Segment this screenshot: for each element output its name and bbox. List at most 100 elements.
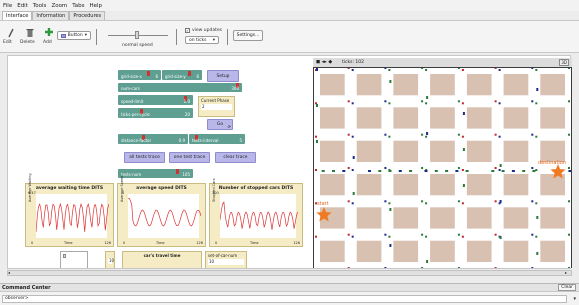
car [409,170,413,172]
command-input[interactable]: observer> [2,295,567,303]
scroll-left-icon[interactable]: ◂ [8,271,14,275]
traffic-light [384,133,387,136]
widget-type-dropdown[interactable]: Button ▾ [57,31,91,40]
clear-button[interactable]: Clear [558,284,576,291]
slider-value: 6 [155,74,158,79]
settings-button[interactable]: Settings... [233,30,263,41]
plot-xlabel: Time [250,241,259,245]
tests-num-slider[interactable]: tests-num 105 [118,169,193,178]
edit-icon[interactable] [7,28,15,38]
slider-name: grid-size-y [165,74,186,79]
tab-interface[interactable]: Interface [2,11,33,20]
traffic-light [384,200,387,203]
one-test-trace-button[interactable]: one test trace [169,152,210,163]
car [316,104,318,107]
traffic-light [568,167,570,169]
add-label[interactable]: Add [43,40,52,45]
car [388,170,392,172]
city-block [393,240,419,262]
traffic-light [315,169,317,171]
slider-knob[interactable] [147,71,150,76]
edit-label[interactable]: Edit [3,40,12,45]
speed-limit-slider[interactable]: speed-limit 1.0 [118,95,193,105]
city-block [430,207,455,229]
menu-zoom[interactable]: Zoom [51,3,67,9]
car [536,88,539,91]
traffic-light [347,133,350,136]
distance-factor-slider[interactable]: distance-factor 0.9 [118,134,188,144]
tab-procedures[interactable]: Procedures [69,11,106,20]
menu-file[interactable]: File [3,3,12,9]
traffic-light [421,133,424,136]
world-view[interactable]: start destination [314,68,571,268]
view-updates-checkbox[interactable]: ✓ [185,28,190,33]
traffic-light [351,135,354,138]
car [499,236,502,239]
city-block [466,107,492,129]
add-icon[interactable] [44,27,54,37]
slider-name: num-cars [121,86,140,91]
car [445,170,449,172]
world-nav-icons[interactable]: ◼ ◂▸ ◆ [316,59,332,65]
traffic-light [347,200,350,203]
city-block [466,240,492,262]
ticks-per-cycle-slider[interactable]: ticks-per-cycle 20 [118,108,193,118]
traffic-light [498,69,501,71]
car [398,170,402,172]
traffic-light [568,233,570,236]
scroll-right-icon[interactable]: ▸ [565,271,571,275]
menu-tools[interactable]: Tools [33,3,47,9]
plot-title: average speed DITS [136,186,187,191]
value-monitor: 10 [105,251,115,268]
delete-label[interactable]: Delete [20,40,35,45]
num-cars-slider[interactable]: num-cars 300 [118,83,242,92]
toolbar-divider [176,29,177,45]
scroll-icon[interactable] [63,254,66,258]
city-block [540,240,565,262]
clear-trace-button[interactable]: clear trace [215,152,256,163]
traffic-light [568,133,570,136]
go-button[interactable]: Go ⟳ [207,119,233,130]
traffic-light [494,267,497,268]
speed-slider-knob[interactable] [135,31,139,39]
command-prompt: observer> [5,296,29,301]
monitor-value: 10 [208,259,244,265]
car [426,96,429,99]
grid-size-y-slider[interactable]: grid-size-y 6 [162,70,202,80]
plot-average-waiting-time: average waiting time DITS Average Waitin… [25,173,114,247]
plot-xlabel: Time [64,241,73,245]
slider-knob[interactable] [176,169,179,174]
all-tests-trace-button[interactable]: all tests trace [124,152,165,163]
traffic-light [457,267,460,268]
monitor-label: car's travel time [143,253,181,258]
car [501,170,505,172]
city-block [540,74,565,96]
car [426,132,429,135]
traffic-light [461,69,464,71]
city-block [356,107,382,129]
setup-button[interactable]: Setup [207,70,239,82]
view-3d-button[interactable]: 3D [559,59,569,66]
delete-icon[interactable] [26,28,34,38]
traffic-light [421,267,424,268]
plot-ylabel: Average Waiting [28,173,32,202]
traffic-light [494,200,497,203]
menu-edit[interactable]: Edit [17,3,28,9]
destination-label: destination [538,160,566,166]
slider-knob[interactable] [188,71,191,76]
menu-tabs[interactable]: Tabs [72,3,84,9]
grid-size-x-slider[interactable]: grid-size-x 6 [118,70,161,80]
update-mode-value: on ticks [189,37,207,43]
traffic-light [384,100,387,103]
update-mode-dropdown[interactable]: on ticks ▾ [185,36,219,44]
car [389,80,392,83]
traffic-light [535,102,538,105]
traffic-light [388,202,391,205]
menu-help[interactable]: Help [89,3,102,9]
tab-information[interactable]: Information [32,11,70,20]
tests-interval-slider[interactable]: tests-interval 5 [189,134,245,144]
chevron-down-icon[interactable]: ▾ [573,296,576,302]
horizontal-scrollbar[interactable] [7,270,572,276]
traffic-light [461,169,464,171]
menu-bar: File Edit Tools Zoom Tabs Help [0,0,579,11]
